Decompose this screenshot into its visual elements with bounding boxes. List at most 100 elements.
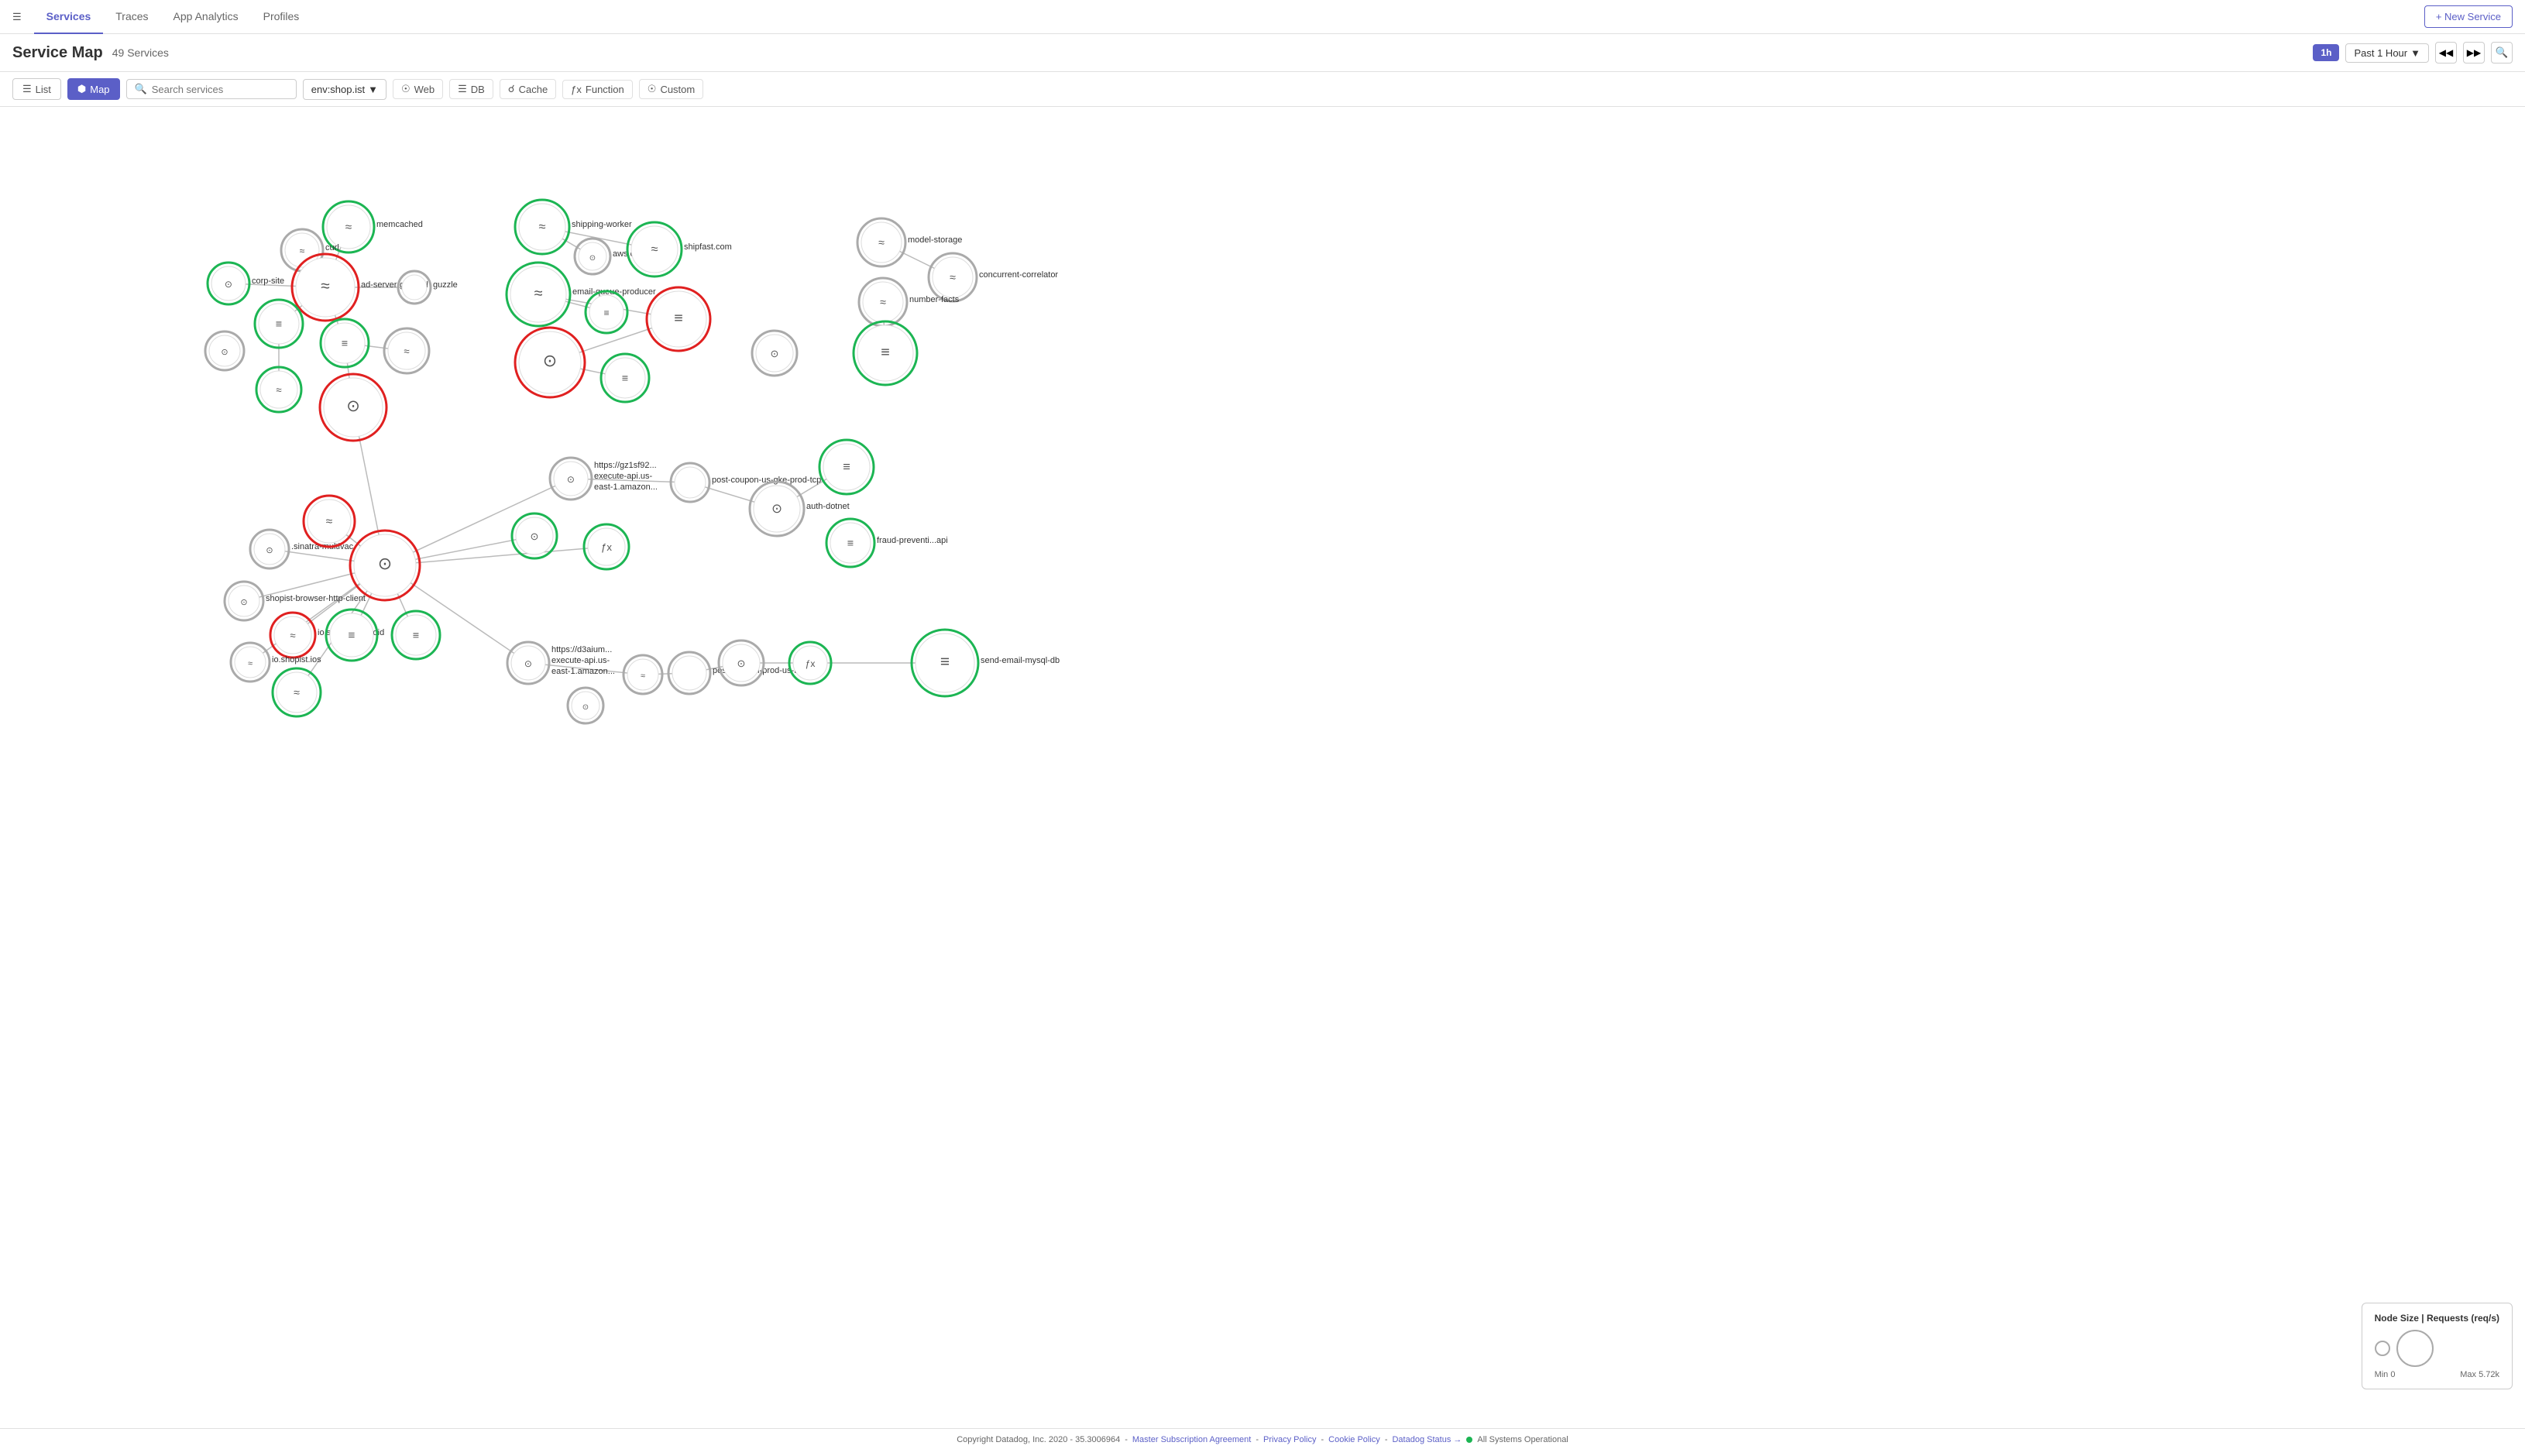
time-back-button[interactable]: ◀◀ [2435, 42, 2457, 64]
legend-row [2375, 1330, 2499, 1367]
svg-text:≡: ≡ [413, 630, 419, 642]
node-node-d2[interactable]: ≡ [854, 321, 917, 385]
svg-text:execute-api.us-: execute-api.us- [594, 472, 653, 481]
svg-text:≡: ≡ [603, 307, 609, 318]
node-node-a5[interactable]: ≈ [256, 367, 301, 412]
legend-labels: Min 0 Max 5.72k [2375, 1370, 2499, 1379]
chevron-down-icon: ▼ [368, 84, 378, 95]
node-auth-dotnet[interactable]: ⊙auth-dotnet [750, 482, 850, 536]
global-search-button[interactable]: 🔍 [2491, 42, 2513, 64]
node-node-b1[interactable]: ≈ [304, 496, 355, 547]
svg-text:east-1.amazon...: east-1.amazon... [594, 482, 658, 492]
tab-profiles[interactable]: Profiles [251, 0, 312, 34]
node-https-d3aium[interactable]: ⊙https://d3aium...execute-api.us-east-1.… [507, 642, 615, 684]
node-node-a4[interactable]: ≈ [384, 328, 429, 373]
node-node-c5[interactable]: ⊙ [512, 513, 557, 558]
node-node-c6[interactable]: ƒx [584, 524, 629, 569]
node-node-e4[interactable]: ⊙ [568, 688, 603, 723]
node-concurrent-correlator[interactable]: ≈ concurrent-correlator [929, 253, 1058, 301]
svg-text:ƒx: ƒx [806, 658, 816, 669]
time-preset-button[interactable]: 1h [2313, 44, 2339, 61]
node-node-b4[interactable]: ≈ [273, 668, 321, 716]
search-input[interactable] [152, 84, 288, 95]
db-icon: ☰ [458, 83, 467, 95]
svg-text:⊙: ⊙ [582, 703, 589, 712]
node-shipfast[interactable]: ≈shipfast.com [627, 222, 732, 276]
node-node-b2[interactable]: ≡ [326, 610, 377, 661]
tab-services[interactable]: Services [34, 0, 104, 34]
new-service-button[interactable]: + New Service [2424, 5, 2513, 28]
list-icon: ☰ [22, 83, 32, 95]
node-https-gz1sf92[interactable]: ⊙ https://gz1sf92... execute-api.us-east-1… [550, 458, 658, 500]
web-icon: ☉ [401, 83, 411, 95]
node-fraud-preventi-api[interactable]: ≡fraud-preventi...api [826, 519, 948, 567]
filter-web[interactable]: ☉ Web [393, 79, 443, 99]
node-node-d1[interactable]: ⊙ [752, 331, 797, 376]
svg-text:≡: ≡ [881, 344, 890, 361]
nodes-layer[interactable]: ≈memcached≈curl⊙corp-site≈ad-server-grap… [205, 200, 1060, 723]
node-node-a2[interactable]: ≡ [321, 319, 369, 367]
service-map-svg[interactable]: ≈memcached≈curl⊙corp-site≈ad-server-grap… [0, 107, 2525, 1428]
svg-text:concurrent-correlator: concurrent-correlator [979, 270, 1058, 280]
filter-custom[interactable]: ☉ Custom [639, 79, 703, 99]
search-icon: 🔍 [135, 83, 147, 95]
legend-box: Node Size | Requests (req/s) Min 0 Max 5… [2362, 1303, 2513, 1389]
node-node-c1[interactable]: ≡ [586, 291, 627, 333]
node-node-a1[interactable]: ≡ [255, 300, 303, 348]
node-node-b3[interactable]: ≡ [392, 611, 440, 659]
node-node-c4[interactable]: ≡ [601, 354, 649, 402]
filter-function[interactable]: ƒx Function [562, 80, 633, 99]
svg-text:≈: ≈ [651, 242, 658, 256]
status-dot-icon [1466, 1437, 1472, 1443]
footer: Copyright Datadog, Inc. 2020 - 35.300696… [0, 1428, 2525, 1451]
svg-text:≈: ≈ [878, 237, 885, 249]
node-node-c3[interactable]: ⊙ [515, 328, 585, 397]
time-forward-button[interactable]: ▶▶ [2463, 42, 2485, 64]
svg-text:corp-site: corp-site [252, 276, 284, 286]
footer-link-msa[interactable]: Master Subscription Agreement [1132, 1435, 1251, 1444]
node-email-queue-producer[interactable]: ≈email-queue-producer [507, 263, 656, 326]
node-node-a3[interactable]: ⊙ [205, 331, 244, 370]
svg-text:⊙: ⊙ [530, 531, 538, 542]
node-node-a6[interactable]: ⊙ [320, 374, 386, 441]
node-node-center[interactable]: ⊙ [350, 531, 420, 600]
filter-cache[interactable]: ☌ Cache [500, 79, 556, 99]
footer-link-status[interactable]: Datadog Status → [1392, 1435, 1462, 1444]
node-send-email-mysql[interactable]: ≡send-email-mysql-db [912, 630, 1060, 696]
legend-title: Node Size | Requests (req/s) [2375, 1313, 2499, 1324]
page-header: Service Map 49 Services 1h Past 1 Hour ▼… [0, 34, 2525, 72]
node-node-e2[interactable]: ⊙ [719, 640, 764, 685]
env-label: env:shop.ist [311, 84, 365, 95]
svg-text:≡: ≡ [674, 310, 683, 327]
tab-traces[interactable]: Traces [103, 0, 160, 34]
svg-text:⊙: ⊙ [225, 279, 232, 290]
node-node-d3[interactable]: ≡ [819, 440, 874, 494]
list-view-button[interactable]: ☰ List [12, 78, 61, 100]
node-node-c2[interactable]: ≡ [647, 287, 710, 351]
svg-text:≈: ≈ [880, 297, 886, 309]
svg-text:⊙: ⊙ [378, 554, 392, 573]
svg-text:≈: ≈ [950, 272, 956, 284]
service-map-area: ≈memcached≈curl⊙corp-site≈ad-server-grap… [0, 107, 2525, 1428]
footer-link-privacy[interactable]: Privacy Policy [1263, 1435, 1316, 1444]
node-node-e1[interactable]: ≈ [624, 655, 662, 694]
map-icon: ⬢ [77, 83, 86, 95]
svg-text:≈: ≈ [294, 687, 300, 699]
time-range-select[interactable]: Past 1 Hour ▼ [2345, 43, 2429, 63]
svg-text:⊙: ⊙ [543, 351, 557, 370]
hamburger-icon[interactable]: ☰ [12, 11, 22, 23]
svg-text:https://d3aium...: https://d3aium... [551, 645, 612, 654]
svg-text:≈: ≈ [300, 246, 305, 256]
svg-text:https://gz1sf92...: https://gz1sf92... [594, 461, 657, 470]
footer-link-cookie[interactable]: Cookie Policy [1328, 1435, 1380, 1444]
node-corp-site[interactable]: ⊙ corp-site [208, 263, 284, 304]
env-filter-dropdown[interactable]: env:shop.ist ▼ [303, 79, 386, 100]
tab-app-analytics[interactable]: App Analytics [161, 0, 251, 34]
legend-max-label: Max 5.72k [2460, 1370, 2499, 1379]
search-bar[interactable]: 🔍 [126, 79, 297, 99]
svg-text:≈: ≈ [345, 221, 352, 234]
map-view-button[interactable]: ⬢ Map [67, 78, 120, 100]
filter-db[interactable]: ☰ DB [449, 79, 493, 99]
svg-text:⊙: ⊙ [567, 474, 575, 485]
node-node-e3[interactable]: ƒx [789, 642, 831, 684]
